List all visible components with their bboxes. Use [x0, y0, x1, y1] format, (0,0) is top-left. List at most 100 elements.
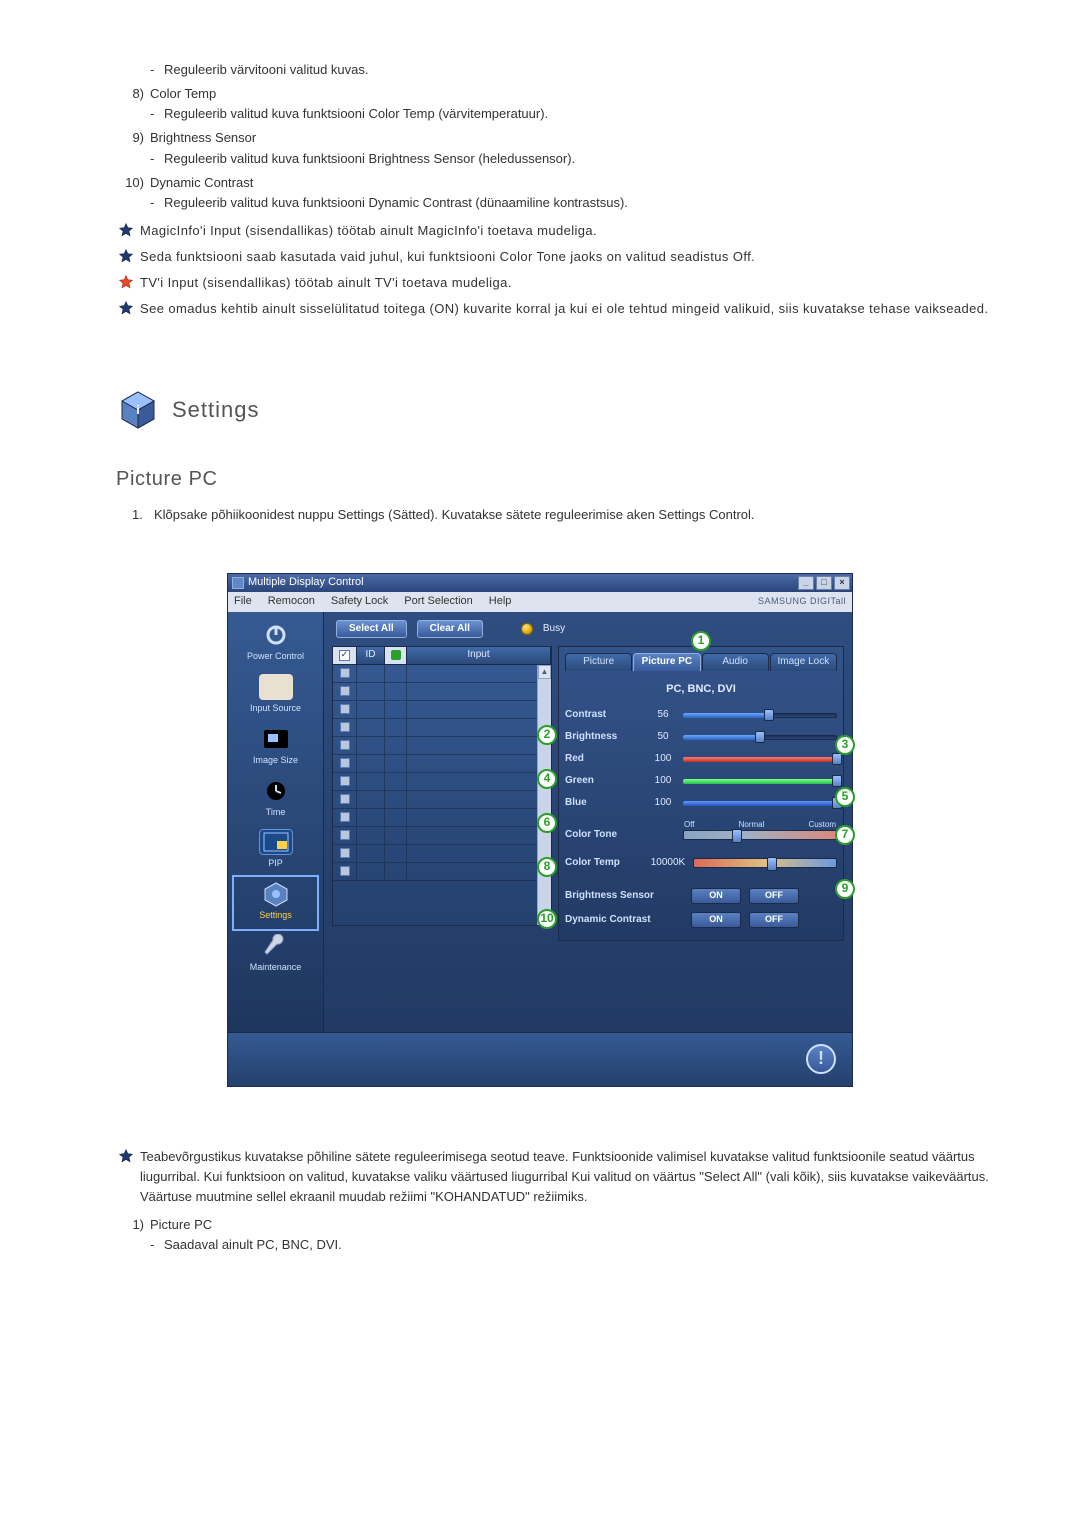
list-item-colortone-sub: - Reguleerib värvitooni valitud kuvas. [90, 60, 990, 80]
close-button[interactable]: × [834, 576, 850, 590]
slider-track[interactable] [683, 710, 837, 720]
row-checkbox[interactable] [340, 812, 350, 822]
window-title: Multiple Display Control [248, 574, 796, 591]
header-status [385, 647, 407, 664]
row-checkbox[interactable] [340, 794, 350, 804]
slider-track[interactable] [683, 798, 837, 808]
maximize-button[interactable]: □ [816, 576, 832, 590]
slider-track[interactable] [683, 732, 837, 742]
tab-image-lock[interactable]: Image Lock [770, 653, 837, 671]
header-id[interactable]: ID [357, 647, 385, 664]
annotation-1: 1 [691, 631, 711, 651]
row-checkbox[interactable] [340, 758, 350, 768]
row-checkbox[interactable] [340, 848, 350, 858]
tab-picture[interactable]: Picture [565, 653, 632, 671]
star-icon [118, 274, 134, 290]
info-note: Teabevõrgustikus kuvatakse põhiline säte… [90, 1147, 990, 1207]
row-checkbox[interactable] [340, 668, 350, 678]
table-row[interactable] [333, 701, 551, 719]
table-row[interactable] [333, 737, 551, 755]
footnote: MagicInfo'i Input (sisendallikas) töötab… [90, 221, 990, 241]
toggle-dynamic-contrast: Dynamic ContrastONOFF [565, 908, 837, 932]
star-icon [118, 248, 134, 264]
sidebar-item-pip[interactable]: PIP [228, 825, 323, 877]
list-item: 10)Dynamic Contrast [90, 173, 990, 193]
step-1: 1. Klõpsake põhiikoonidest nuppu Setting… [90, 505, 990, 525]
off-button[interactable]: OFF [749, 888, 799, 904]
menu-portselection[interactable]: Port Selection [404, 593, 472, 610]
svg-text:i: i [136, 403, 139, 417]
list-item: 9)Brightness Sensor [90, 128, 990, 148]
display-list: ✓ ID Input ▲ 2 4 6 [332, 646, 552, 926]
slider-brightness: Brightness50 [565, 726, 837, 748]
menu-file[interactable]: File [234, 593, 252, 610]
table-row[interactable] [333, 845, 551, 863]
slider-blue: Blue100 [565, 792, 837, 814]
star-icon [118, 1148, 134, 1164]
table-row[interactable] [333, 683, 551, 701]
header-input[interactable]: Input [407, 647, 551, 664]
slider-track[interactable] [683, 776, 837, 786]
window-titlebar[interactable]: Multiple Display Control _ □ × [228, 574, 852, 592]
on-button[interactable]: ON [691, 888, 741, 904]
sidebar-item-maintenance[interactable]: Maintenance [228, 929, 323, 981]
table-row[interactable] [333, 791, 551, 809]
menu-safetylock[interactable]: Safety Lock [331, 593, 388, 610]
maintenance-icon [259, 933, 293, 959]
settings-cube-icon: i [118, 390, 158, 430]
settings-section-header: i Settings [90, 390, 990, 430]
row-checkbox[interactable] [340, 722, 350, 732]
on-button[interactable]: ON [691, 912, 741, 928]
slider-green: Green100 [565, 770, 837, 792]
settings-icon [259, 881, 293, 907]
window-footer: ! [228, 1032, 852, 1086]
sidebar-item-input[interactable]: Input Source [228, 670, 323, 722]
row-checkbox[interactable] [340, 704, 350, 714]
sidebar: Power Control Input Source Image Size [228, 612, 324, 1032]
info-icon[interactable]: ! [806, 1044, 836, 1074]
minimize-button[interactable]: _ [798, 576, 814, 590]
annotation-5: 5 [835, 787, 855, 807]
row-checkbox[interactable] [340, 866, 350, 876]
off-button[interactable]: OFF [749, 912, 799, 928]
busy-label: Busy [543, 621, 565, 637]
row-checkbox[interactable] [340, 686, 350, 696]
list-scrollbar[interactable]: ▲ [537, 665, 551, 925]
sidebar-item-imgsize[interactable]: Image Size [228, 722, 323, 774]
scroll-up-icon[interactable]: ▲ [538, 665, 551, 679]
color-temp-slider[interactable] [693, 858, 837, 868]
header-checkbox[interactable]: ✓ [333, 647, 357, 664]
row-checkbox[interactable] [340, 776, 350, 786]
table-row[interactable] [333, 755, 551, 773]
color-tone-row: Color Tone Off Normal Custom [565, 824, 837, 846]
table-row[interactable] [333, 827, 551, 845]
sidebar-item-settings[interactable]: Settings [228, 877, 323, 929]
tab-row: Picture Picture PC Audio Image Lock [565, 651, 837, 671]
tab-picture-pc[interactable]: Picture PC [633, 653, 700, 671]
tab-audio[interactable]: Audio [702, 653, 769, 671]
post-list-1: 1) Picture PC [90, 1215, 990, 1235]
annotation-2: 2 [537, 725, 557, 745]
table-row[interactable] [333, 719, 551, 737]
mdc-screenshot: Multiple Display Control _ □ × File Remo… [227, 573, 853, 1087]
clear-all-button[interactable]: Clear All [417, 620, 483, 638]
list-item: 8)Color Temp [90, 84, 990, 104]
row-checkbox[interactable] [340, 830, 350, 840]
table-row[interactable] [333, 809, 551, 827]
pip-icon [259, 829, 293, 855]
sidebar-item-time[interactable]: Time [228, 774, 323, 826]
slider-track[interactable] [683, 754, 837, 764]
picture-pc-heading: Picture PC [90, 464, 990, 495]
row-checkbox[interactable] [340, 740, 350, 750]
star-icon [118, 222, 134, 238]
color-tone-slider[interactable]: Off Normal Custom [683, 830, 837, 840]
menu-remocon[interactable]: Remocon [268, 593, 315, 610]
sidebar-item-power[interactable]: Power Control [228, 618, 323, 670]
table-row[interactable] [333, 773, 551, 791]
annotation-9: 9 [835, 879, 855, 899]
table-row[interactable] [333, 863, 551, 881]
select-all-button[interactable]: Select All [336, 620, 407, 638]
post-list-1-desc: - Saadaval ainult PC, BNC, DVI. [90, 1235, 990, 1255]
table-row[interactable] [333, 665, 551, 683]
menu-help[interactable]: Help [489, 593, 512, 610]
